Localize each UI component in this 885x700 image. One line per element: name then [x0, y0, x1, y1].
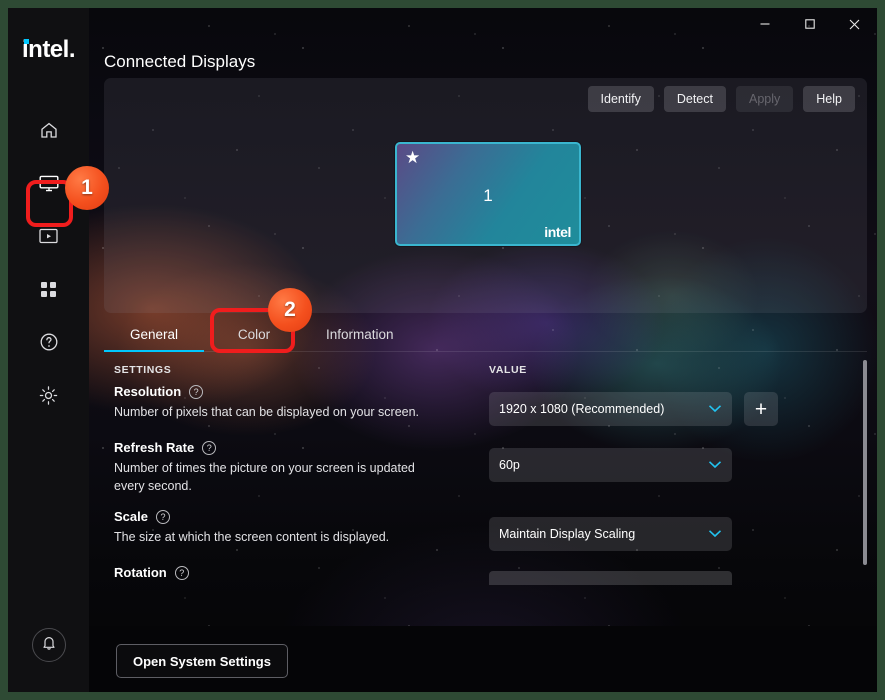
detect-button[interactable]: Detect: [663, 86, 726, 112]
setting-description: The size at which the screen content is …: [114, 530, 390, 544]
display-preview-panel: Identify Detect Apply Help ★ 1 intel: [104, 78, 867, 313]
annotation-marker-1: 1: [65, 166, 109, 210]
help-button[interactable]: Help: [803, 86, 855, 112]
screenshot-frame: intel. Connected Displays Identify Detec…: [0, 0, 885, 700]
settings-list: SETTINGS VALUE Resolution ? Number of pi…: [104, 358, 867, 628]
notification-bell-button[interactable]: [31, 628, 66, 662]
setting-control-col: Maintain Display Scaling: [489, 509, 732, 551]
settings-scrollbar-track[interactable]: [863, 360, 867, 620]
setting-row-resolution: Resolution ? Number of pixels that can b…: [104, 384, 867, 426]
display-toolbar: Identify Detect Apply Help: [587, 86, 855, 112]
gear-icon: [38, 385, 59, 406]
video-icon: [38, 227, 59, 245]
setting-name: Rotation: [114, 565, 167, 580]
setting-label-col: Scale ? The size at which the screen con…: [114, 509, 489, 546]
resolution-select[interactable]: 1920 x 1080 (Recommended): [489, 392, 732, 426]
chevron-down-icon: [708, 528, 722, 540]
plus-icon: +: [754, 397, 768, 421]
add-custom-resolution-button[interactable]: +: [744, 392, 778, 426]
open-system-settings-button[interactable]: Open System Settings: [116, 644, 288, 678]
question-circle-icon[interactable]: ?: [174, 565, 189, 580]
refresh-rate-select[interactable]: 60p: [489, 448, 732, 482]
resolution-select-value: 1920 x 1080 (Recommended): [499, 402, 665, 416]
scale-select-value: Maintain Display Scaling: [499, 527, 636, 541]
column-header-value: VALUE: [489, 364, 527, 376]
setting-name: Scale: [114, 509, 148, 524]
rotation-select[interactable]: [489, 571, 732, 585]
sidebar-nav: [8, 110, 89, 415]
setting-row-scale: Scale ? The size at which the screen con…: [104, 509, 867, 551]
sidebar-item-support[interactable]: [26, 322, 72, 362]
setting-row-rotation: Rotation ?: [104, 565, 867, 585]
intel-graphics-command-center-window: intel. Connected Displays Identify Detec…: [8, 8, 877, 692]
setting-row-refresh-rate: Refresh Rate ? Number of times the pictu…: [104, 440, 867, 495]
monitor-brand-label: intel: [544, 224, 571, 240]
setting-name: Resolution: [114, 384, 182, 399]
annotation-marker-2: 2: [268, 288, 312, 332]
primary-display-star-icon: ★: [405, 148, 421, 167]
tab-information[interactable]: Information: [304, 316, 416, 352]
sidebar-item-apps[interactable]: [26, 269, 72, 309]
sidebar-item-preferences[interactable]: [26, 375, 72, 415]
setting-label-col: Rotation ?: [114, 565, 489, 580]
display-monitor-tile-1[interactable]: ★ 1 intel: [395, 142, 581, 246]
close-button[interactable]: [832, 8, 877, 40]
column-header-settings: SETTINGS: [114, 364, 172, 376]
refresh-rate-select-value: 60p: [499, 458, 520, 472]
minimize-button[interactable]: [742, 8, 787, 40]
setting-label-col: Refresh Rate ? Number of times the pictu…: [114, 440, 489, 495]
grid-apps-icon: [39, 280, 58, 299]
intel-logo-dot: [23, 39, 29, 44]
monitor-number-label: 1: [483, 186, 493, 205]
window-title-bar: [89, 8, 877, 48]
home-icon: [39, 120, 59, 140]
question-circle-icon: [39, 332, 59, 352]
notification-area: [8, 628, 89, 662]
settings-scrollbar-thumb[interactable]: [863, 360, 867, 565]
apply-button: Apply: [736, 86, 794, 112]
sidebar: intel.: [8, 8, 89, 692]
tab-bar: General Color Information: [104, 316, 867, 352]
maximize-button[interactable]: [787, 8, 832, 40]
intel-logo: intel.: [21, 36, 76, 63]
setting-control-col: 1920 x 1080 (Recommended) +: [489, 384, 778, 426]
setting-description: Number of times the picture on your scre…: [114, 461, 415, 493]
question-circle-icon[interactable]: ?: [189, 384, 204, 399]
setting-name: Refresh Rate: [114, 440, 195, 455]
setting-description: Number of pixels that can be displayed o…: [114, 405, 420, 419]
chevron-down-icon: [708, 403, 722, 415]
tab-general[interactable]: General: [104, 316, 204, 352]
intel-logo-text: intel: [21, 36, 69, 63]
sidebar-item-home[interactable]: [26, 110, 72, 150]
question-circle-icon[interactable]: ?: [202, 440, 217, 455]
monitor-icon: [38, 173, 60, 193]
identify-button[interactable]: Identify: [587, 86, 654, 112]
scale-select[interactable]: Maintain Display Scaling: [489, 517, 732, 551]
setting-label-col: Resolution ? Number of pixels that can b…: [114, 384, 489, 421]
question-circle-icon[interactable]: ?: [155, 509, 170, 524]
bell-icon: [41, 634, 57, 656]
chevron-down-icon: [708, 459, 722, 471]
settings-column-headers: SETTINGS VALUE: [104, 358, 867, 384]
setting-control-col: 60p: [489, 440, 732, 482]
page-title: Connected Displays: [104, 52, 256, 71]
setting-control-col: [489, 565, 732, 585]
sidebar-item-video[interactable]: [26, 216, 72, 256]
